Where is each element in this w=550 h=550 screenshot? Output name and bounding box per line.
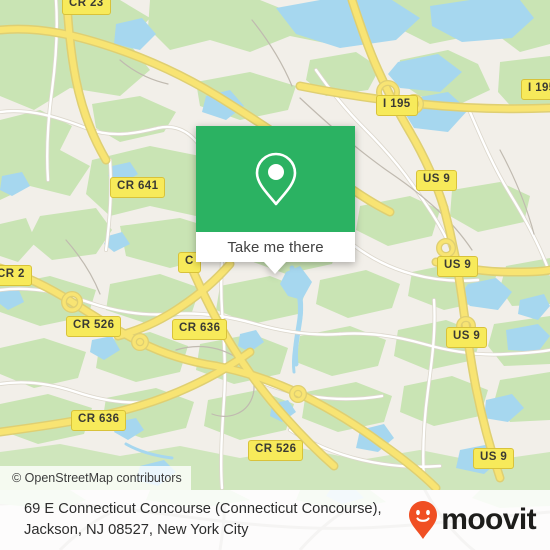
location-pin-icon — [255, 152, 296, 206]
road-shield-us9-south: US 9 — [473, 448, 515, 469]
map-canvas[interactable]: .wood { fill: #c9e4b4; } .water { fill: … — [0, 0, 550, 490]
osm-attribution-text: © OpenStreetMap contributors — [12, 471, 182, 485]
road-shield-us9-mid: US 9 — [437, 256, 479, 277]
take-me-there-label: Take me there — [227, 238, 324, 256]
moovit-wordmark: moovit — [441, 503, 536, 536]
footer-content: 69 E Connecticut Concourse (Connecticut … — [0, 490, 550, 550]
road-shield-cr636-sw: CR 636 — [71, 410, 127, 431]
footer-bar: 69 E Connecticut Concourse (Connecticut … — [0, 490, 550, 550]
osm-attribution[interactable]: © OpenStreetMap contributors — [0, 466, 191, 490]
road-shield-cr526-west: CR 526 — [66, 316, 122, 337]
road-shield-cr526-south: CR 526 — [248, 440, 304, 461]
road-shield-i195: I 195 — [376, 95, 418, 116]
moovit-logo[interactable]: moovit — [408, 500, 537, 540]
popup-icon-area — [196, 126, 355, 232]
road-shield-i195-right: I 195 — [521, 79, 550, 100]
road-shield-cr23: CR 23 — [62, 0, 111, 15]
road-shield-left-clipped: CR 2 — [0, 265, 32, 286]
take-me-there-button[interactable]: Take me there — [196, 232, 355, 262]
road-shield-cr641: CR 641 — [110, 177, 166, 198]
moovit-map-screenshot: .wood { fill: #c9e4b4; } .water { fill: … — [0, 0, 550, 550]
moovit-smiley-pin-icon — [409, 501, 438, 539]
road-shield-cr636-mid: CR 636 — [172, 319, 228, 340]
location-popup-card[interactable]: Take me there — [196, 126, 355, 274]
address-text: 69 E Connecticut Concourse (Connecticut … — [24, 500, 382, 538]
road-shield-us9-north: US 9 — [416, 170, 458, 191]
road-shield-us9-lower: US 9 — [446, 327, 488, 348]
popup-tail — [264, 262, 286, 274]
